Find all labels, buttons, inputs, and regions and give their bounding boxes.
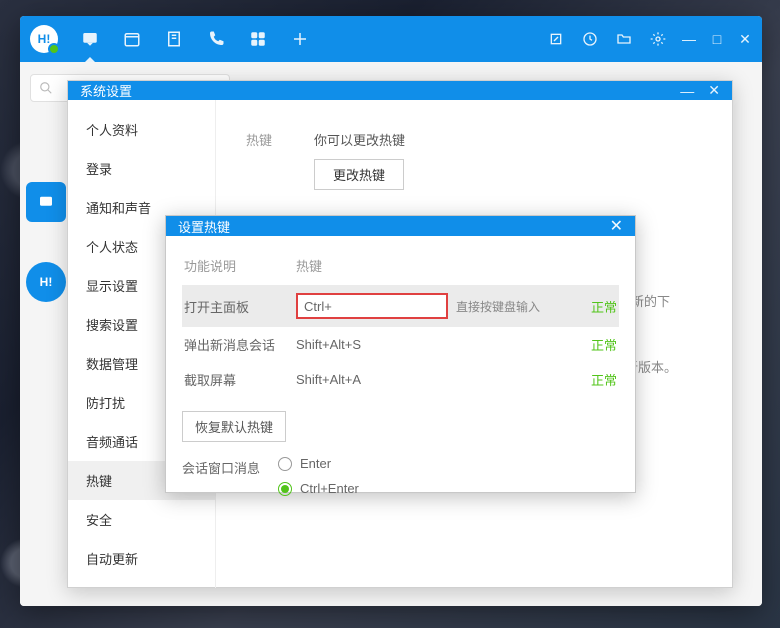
restore-default-button[interactable]: 恢复默认热键 bbox=[182, 411, 286, 442]
notes-icon[interactable] bbox=[164, 29, 184, 49]
hotkey-row-key: Shift+Alt+A bbox=[296, 372, 456, 387]
hotkey-row-key: Shift+Alt+S bbox=[296, 337, 456, 352]
hotkey-section-label: 热键 bbox=[246, 130, 314, 149]
hotkey-row-label: 打开主面板 bbox=[184, 297, 296, 316]
pin-icon[interactable] bbox=[546, 29, 566, 49]
send-message-label: 会话窗口消息 bbox=[182, 456, 278, 477]
hotkey-row-status: 正常 bbox=[577, 297, 617, 316]
hotkey-row[interactable]: 打开主面板 Ctrl+ 直接按键盘输入 正常 bbox=[182, 285, 619, 327]
sidebar-item-login[interactable]: 登录 bbox=[68, 149, 215, 188]
hotkey-row-label: 截取屏幕 bbox=[184, 370, 296, 389]
hotkey-hint: 你可以更改热键 bbox=[314, 130, 702, 149]
close-button[interactable]: ✕ bbox=[738, 31, 752, 48]
conversation-item[interactable]: H! bbox=[26, 262, 66, 302]
hotkey-row-hint: 直接按键盘输入 bbox=[456, 298, 577, 315]
history-icon[interactable] bbox=[580, 29, 600, 49]
change-hotkey-button[interactable]: 更改热键 bbox=[314, 159, 404, 190]
hotkey-row-status: 正常 bbox=[577, 370, 617, 389]
hotkey-table: 功能说明 热键 打开主面板 Ctrl+ 直接按键盘输入 正常 弹出新消息会话 S… bbox=[182, 250, 619, 397]
settings-title: 系统设置 bbox=[80, 81, 132, 100]
hotkey-dialog: 设置热键 ✕ 功能说明 热键 打开主面板 Ctrl+ 直接按键盘输入 正常 弹出… bbox=[165, 215, 636, 493]
conversation-list: H! bbox=[26, 182, 66, 302]
col-function: 功能说明 bbox=[184, 256, 296, 275]
settings-close-button[interactable]: ✕ bbox=[708, 82, 720, 99]
phone-icon[interactable] bbox=[206, 29, 226, 49]
sidebar-item-update[interactable]: 自动更新 bbox=[68, 539, 215, 578]
folder-icon[interactable] bbox=[614, 29, 634, 49]
hotkey-dialog-title: 设置热键 bbox=[178, 217, 230, 236]
conversation-item[interactable] bbox=[26, 182, 66, 222]
settings-minimize-button[interactable]: — bbox=[680, 83, 694, 99]
calendar-icon[interactable] bbox=[122, 29, 142, 49]
settings-dialog-header: 系统设置 — ✕ bbox=[68, 81, 732, 100]
col-hotkey: 热键 bbox=[296, 256, 456, 275]
add-icon[interactable] bbox=[290, 29, 310, 49]
hotkey-input[interactable]: Ctrl+ bbox=[296, 293, 448, 319]
gear-icon[interactable] bbox=[648, 29, 668, 49]
radio-label: Enter bbox=[300, 456, 331, 471]
avatar[interactable]: H! bbox=[30, 25, 58, 53]
titlebar: H! — □ ✕ bbox=[20, 16, 762, 62]
radio-ctrl-enter[interactable]: Ctrl+Enter bbox=[278, 481, 359, 496]
hotkey-row[interactable]: 弹出新消息会话 Shift+Alt+S 正常 bbox=[182, 327, 619, 362]
minimize-button[interactable]: — bbox=[682, 31, 696, 47]
radio-enter[interactable]: Enter bbox=[278, 456, 359, 471]
hotkey-row[interactable]: 截取屏幕 Shift+Alt+A 正常 bbox=[182, 362, 619, 397]
radio-label: Ctrl+Enter bbox=[300, 481, 359, 496]
chat-tab-icon[interactable] bbox=[80, 29, 100, 49]
apps-icon[interactable] bbox=[248, 29, 268, 49]
hotkey-row-status: 正常 bbox=[577, 335, 617, 354]
sidebar-item-profile[interactable]: 个人资料 bbox=[68, 110, 215, 149]
hotkey-dialog-header: 设置热键 ✕ bbox=[166, 216, 635, 236]
hotkey-close-button[interactable]: ✕ bbox=[610, 216, 623, 236]
maximize-button[interactable]: □ bbox=[710, 31, 724, 47]
hotkey-row-label: 弹出新消息会话 bbox=[184, 335, 296, 354]
